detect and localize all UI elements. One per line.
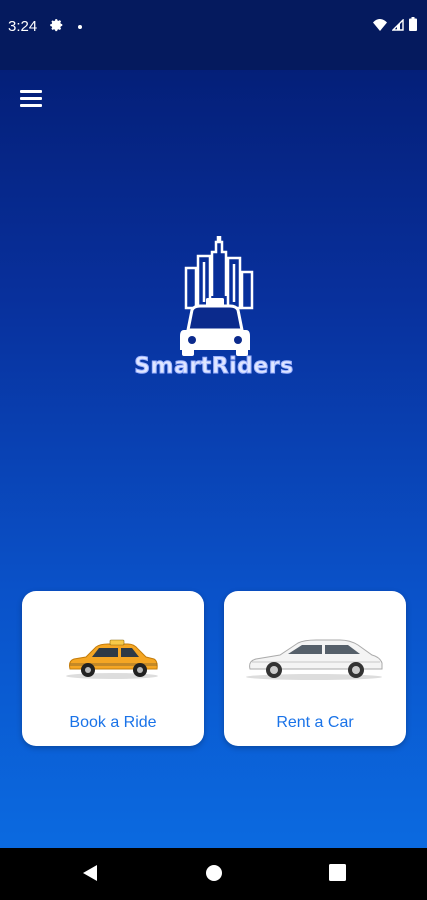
- back-icon[interactable]: [82, 864, 98, 887]
- book-ride-card[interactable]: Book a Ride: [22, 591, 204, 746]
- rent-car-label: Rent a Car: [276, 714, 354, 731]
- system-nav-bar: [0, 848, 427, 900]
- status-indicators: [373, 17, 417, 36]
- sedan-icon: [246, 639, 383, 680]
- status-time: 3:24: [8, 18, 38, 35]
- taxi-icon: [66, 639, 158, 679]
- city-taxi-logo: [180, 234, 254, 356]
- signal-icon: [391, 17, 404, 36]
- book-ride-label: Book a Ride: [69, 714, 157, 731]
- rent-car-card[interactable]: Rent a Car: [224, 591, 406, 746]
- home-screen: 3:24 SmartRiders Book a Ride Rent a Car: [0, 0, 427, 848]
- hamburger-menu-icon[interactable]: [20, 90, 42, 107]
- wifi-icon: [373, 18, 387, 36]
- home-icon[interactable]: [205, 864, 223, 887]
- battery-icon: [409, 17, 417, 36]
- notification-dot: [78, 25, 82, 29]
- logo-text: SmartRiders: [134, 354, 294, 380]
- recents-icon[interactable]: [329, 864, 346, 886]
- status-bar: 3:24: [0, 0, 427, 70]
- app-logo: SmartRiders: [112, 234, 316, 386]
- gear-icon: [50, 18, 64, 37]
